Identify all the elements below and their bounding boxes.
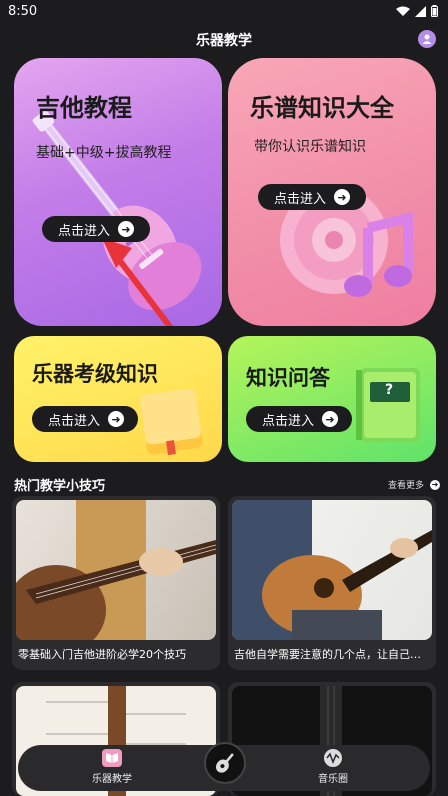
- view-more-label: 查看更多: [387, 481, 424, 491]
- qa-enter-button[interactable]: 点击进入 ➜: [246, 406, 352, 432]
- arrow-right-icon: ➜: [118, 221, 135, 237]
- exam-card-title: 乐器考级知识: [32, 362, 158, 386]
- nav-label-instrument: 乐器教学: [92, 774, 132, 785]
- tips-section-title: 热门教学小技巧: [14, 479, 106, 494]
- tip-card[interactable]: 零基础入门吉他进阶必学20个技巧: [12, 496, 220, 670]
- guitar-card-title: 吉他教程: [36, 94, 132, 122]
- nav-item-music-circle[interactable]: 音乐圈: [318, 749, 348, 785]
- book-icon: [102, 749, 122, 767]
- tip-card[interactable]: 吉他自学需要注意的几个点，让自己练习...: [228, 496, 436, 670]
- exam-knowledge-card[interactable]: 乐器考级知识 点击进入 ➜: [14, 336, 222, 462]
- page-title: 乐器教学: [196, 33, 252, 49]
- guitar-enter-label: 点击进入: [58, 223, 111, 239]
- tip-image-electric-guitar: [16, 500, 216, 640]
- status-time: 8:50: [8, 3, 38, 19]
- arrow-right-icon: ➜: [322, 411, 339, 427]
- waveform-icon: [324, 749, 342, 767]
- question-mark-label: ?: [385, 382, 394, 398]
- tips-section-header: 热门教学小技巧 查看更多 ➜: [14, 475, 440, 494]
- guitar-card-subtitle: 基础+中级+拔高教程: [36, 145, 172, 161]
- book-illustration: [140, 388, 203, 456]
- user-icon: [422, 34, 432, 44]
- nav-label-music-circle: 音乐圈: [318, 774, 348, 785]
- tip-caption: 吉他自学需要注意的几个点，让自己练习...: [234, 648, 430, 661]
- guitar-icon: [215, 753, 234, 773]
- status-icons: [396, 5, 438, 17]
- score-card-title: 乐谱知识大全: [250, 94, 394, 122]
- arrow-right-icon: ➜: [430, 479, 440, 490]
- qa-enter-label: 点击进入: [262, 413, 315, 429]
- guitar-tutorial-card[interactable]: 吉他教程 基础+中级+拔高教程 点击进入 ➜: [14, 58, 222, 326]
- guitar-enter-button[interactable]: 点击进入 ➜: [42, 216, 150, 242]
- electric-guitar-photo: [16, 500, 216, 640]
- score-enter-label: 点击进入: [274, 191, 327, 207]
- qa-card[interactable]: ? 知识问答 点击进入 ➜: [228, 336, 436, 462]
- tip-caption: 零基础入门吉他进阶必学20个技巧: [18, 648, 186, 661]
- battery-icon: [431, 5, 438, 17]
- arrow-right-icon: ➜: [108, 411, 125, 427]
- exam-enter-label: 点击进入: [48, 413, 101, 429]
- center-play-button[interactable]: [204, 742, 246, 784]
- profile-button[interactable]: [418, 30, 436, 48]
- score-knowledge-card[interactable]: 乐谱知识大全 带你认识乐谱知识 点击进入 ➜: [228, 58, 436, 326]
- qa-card-title: 知识问答: [246, 366, 330, 390]
- app-header: 乐器教学: [0, 26, 448, 54]
- question-book-illustration: [356, 368, 420, 442]
- score-enter-button[interactable]: 点击进入 ➜: [258, 184, 366, 210]
- signal-icon: [415, 5, 426, 17]
- arrow-right-icon: ➜: [334, 189, 351, 205]
- acoustic-guitar-photo: [232, 500, 432, 640]
- nav-item-instrument[interactable]: 乐器教学: [92, 749, 132, 785]
- status-bar: 8:50: [0, 0, 448, 22]
- view-more-link[interactable]: 查看更多 ➜: [388, 478, 440, 491]
- wifi-icon: [396, 6, 410, 16]
- tip-image-acoustic-guitar: [232, 500, 432, 640]
- score-card-subtitle: 带你认识乐谱知识: [254, 139, 366, 155]
- exam-enter-button[interactable]: 点击进入 ➜: [32, 406, 138, 432]
